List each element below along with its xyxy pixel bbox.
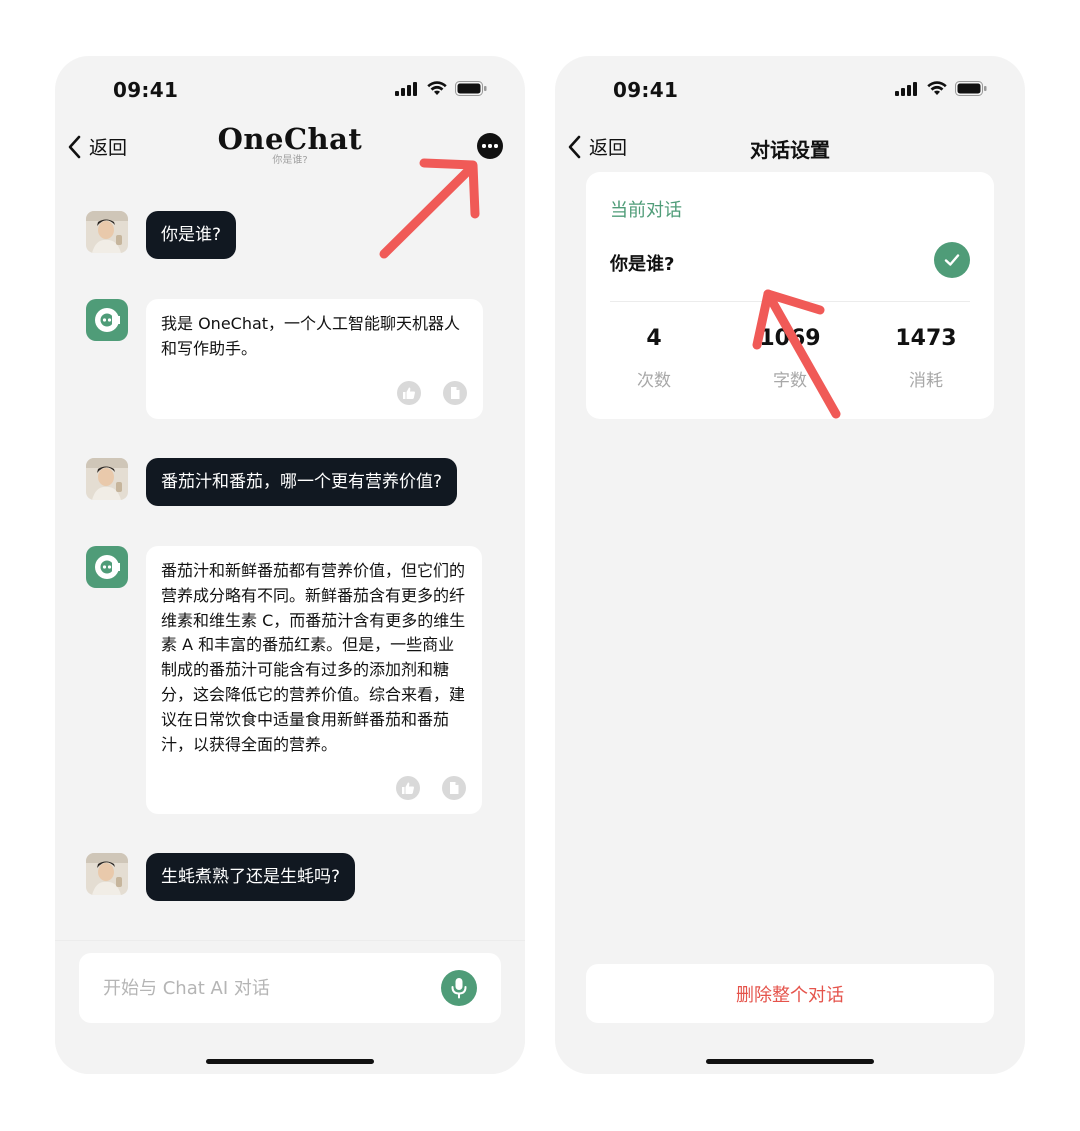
nav-bar: 返回 对话设置 (555, 126, 1025, 176)
battery-icon (455, 81, 487, 96)
message-actions (396, 776, 466, 800)
cellular-signal-icon (895, 81, 917, 96)
brand-header: OneChat 你是谁? (55, 122, 525, 166)
onechat-logo-icon (95, 555, 120, 579)
conversation-name: 你是谁? (610, 254, 675, 275)
thumbs-up-icon (402, 782, 414, 794)
home-indicator[interactable] (206, 1059, 374, 1064)
microphone-icon (451, 978, 467, 999)
user-message-bubble: 你是谁? (146, 211, 237, 259)
conversation-stats: 4 次数 1069 字数 1473 消耗 (586, 324, 994, 404)
bot-message-bubble: 我是 OneChat，一个人工智能聊天机器人和写作助手。 (146, 299, 483, 419)
like-button[interactable] (396, 776, 420, 800)
home-indicator[interactable] (706, 1059, 874, 1064)
battery-icon (955, 81, 987, 96)
message-text: 生蚝煮熟了还是生蚝吗? (161, 867, 341, 887)
copy-icon (450, 782, 459, 794)
copy-button[interactable] (442, 776, 466, 800)
stat-usage: 1473 消耗 (858, 324, 994, 404)
conversation-subtitle: 你是谁? (272, 155, 308, 166)
wifi-icon (427, 81, 447, 95)
stat-value: 1069 (759, 326, 821, 351)
more-options-button[interactable] (477, 133, 503, 159)
nav-bar: 返回 OneChat 你是谁? (55, 122, 525, 176)
status-icons (395, 81, 487, 96)
delete-label: 删除整个对话 (736, 984, 844, 1006)
stat-label: 消耗 (909, 371, 943, 391)
status-time: 09:41 (613, 78, 679, 102)
message-actions (397, 381, 467, 405)
bot-avatar (86, 299, 128, 341)
current-conversation-card: 当前对话 你是谁? 4 次数 1069 字数 1473 消耗 (586, 172, 994, 419)
bot-avatar (86, 546, 128, 588)
section-header: 当前对话 (610, 200, 682, 221)
user-message-bubble: 番茄汁和番茄，哪一个更有营养价值? (146, 458, 458, 506)
status-time: 09:41 (113, 78, 179, 102)
chat-screen: 09:41 返回 OneChat 你是谁? 你是谁? 我是 OneChat，一个… (55, 56, 525, 1074)
user-avatar (86, 211, 128, 253)
status-bar: 09:41 (55, 56, 525, 126)
cellular-signal-icon (395, 81, 417, 96)
stat-words: 1069 字数 (722, 324, 858, 404)
more-dots-icon (482, 144, 486, 148)
user-avatar (86, 458, 128, 500)
check-icon (934, 242, 970, 278)
composer-bar (55, 940, 525, 1074)
user-message-bubble: 生蚝煮熟了还是生蚝吗? (146, 853, 356, 901)
message-text: 我是 OneChat，一个人工智能聊天机器人和写作助手。 (161, 314, 461, 358)
stat-label: 字数 (773, 371, 807, 391)
copy-button[interactable] (443, 381, 467, 405)
status-icons (895, 81, 987, 96)
message-input[interactable] (79, 953, 419, 1023)
voice-input-button[interactable] (441, 970, 477, 1006)
message-text: 番茄汁和番茄，哪一个更有营养价值? (161, 472, 443, 492)
more-dot (488, 144, 492, 148)
more-dot (494, 144, 498, 148)
copy-icon (451, 387, 460, 399)
status-bar: 09:41 (555, 56, 1025, 126)
thumbs-up-icon (403, 387, 415, 399)
stat-count: 4 次数 (586, 324, 722, 404)
bot-message-bubble: 番茄汁和新鲜番茄都有营养价值，但它们的营养成分略有不同。新鲜番茄含有更多的纤维素… (146, 546, 482, 814)
stat-value: 4 (646, 326, 662, 351)
like-button[interactable] (397, 381, 421, 405)
delete-conversation-button[interactable]: 删除整个对话 (586, 964, 994, 1023)
page-title: 对话设置 (750, 138, 830, 162)
stat-label: 次数 (637, 371, 671, 391)
user-avatar (86, 853, 128, 895)
onechat-logo-icon (95, 308, 120, 332)
settings-screen: 09:41 返回 对话设置 当前对话 你是谁? 4 次数 1069 字数 147… (555, 56, 1025, 1074)
message-text: 番茄汁和新鲜番茄都有营养价值，但它们的营养成分略有不同。新鲜番茄含有更多的纤维素… (161, 561, 466, 754)
conversation-item[interactable]: 你是谁? (610, 240, 970, 302)
wifi-icon (927, 81, 947, 95)
message-text: 你是谁? (161, 225, 222, 245)
stat-value: 1473 (895, 326, 957, 351)
composer (79, 953, 501, 1023)
